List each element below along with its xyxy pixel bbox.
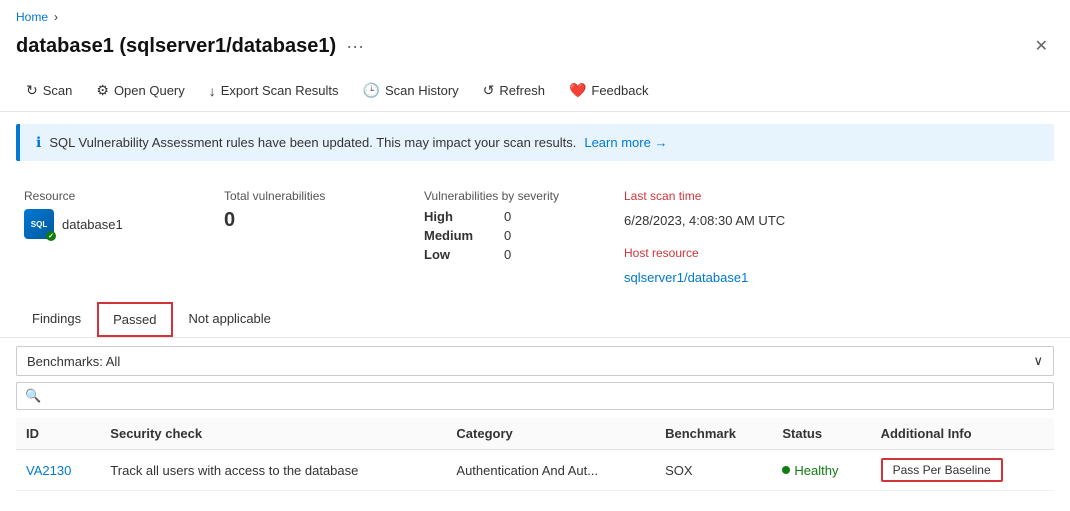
chevron-down-icon: ∨ — [1033, 353, 1043, 369]
feedback-icon: ❤️ — [569, 82, 586, 99]
cell-security-check: Track all users with access to the datab… — [100, 450, 446, 491]
last-scan-value: 6/28/2023, 4:08:30 AM UTC — [624, 213, 824, 228]
col-header-security-check: Security check — [100, 418, 446, 450]
benchmarks-label: Benchmarks: All — [27, 354, 120, 369]
low-label: Low — [424, 247, 484, 262]
low-severity-row: Low 0 — [424, 247, 584, 262]
checkmark-icon: ✓ — [46, 231, 56, 241]
medium-label: Medium — [424, 228, 484, 243]
status-healthy-icon — [782, 466, 790, 474]
severity-label: Vulnerabilities by severity — [424, 189, 584, 203]
table-header-row: ID Security check Category Benchmark Sta… — [16, 418, 1054, 450]
tab-findings[interactable]: Findings — [16, 301, 97, 338]
status-value: Healthy — [794, 463, 838, 478]
page-title: database1 (sqlserver1/database1) — [16, 35, 336, 58]
scan-time-block: Last scan time 6/28/2023, 4:08:30 AM UTC… — [624, 189, 824, 285]
total-vuln-value: 0 — [224, 209, 384, 232]
tab-not-applicable[interactable]: Not applicable — [173, 301, 287, 338]
host-link[interactable]: sqlserver1/database1 — [624, 270, 824, 285]
feedback-label: Feedback — [591, 83, 648, 98]
benchmarks-dropdown[interactable]: Benchmarks: All ∨ — [16, 346, 1054, 376]
total-vuln-block: Total vulnerabilities 0 — [224, 189, 384, 232]
high-label: High — [424, 209, 484, 224]
cell-category: Authentication And Aut... — [446, 450, 655, 491]
search-box: 🔍 — [16, 382, 1054, 410]
resource-name: database1 — [62, 217, 123, 232]
summary-section: Resource SQL ✓ database1 Total vulnerabi… — [0, 173, 1070, 301]
host-resource-label: Host resource — [624, 246, 824, 260]
tab-passed[interactable]: Passed — [97, 302, 172, 337]
results-table: ID Security check Category Benchmark Sta… — [16, 418, 1054, 491]
export-icon: ↓ — [209, 83, 216, 99]
col-header-id: ID — [16, 418, 100, 450]
col-header-category: Category — [446, 418, 655, 450]
export-button[interactable]: ↓ Export Scan Results — [199, 77, 349, 105]
resource-block: Resource SQL ✓ database1 — [24, 189, 184, 239]
resource-label: Resource — [24, 189, 184, 203]
cell-benchmark: SOX — [655, 450, 772, 491]
open-query-label: Open Query — [114, 83, 185, 98]
breadcrumb: Home › — [0, 0, 1070, 28]
history-icon: 🕒 — [363, 82, 380, 99]
last-scan-label: Last scan time — [624, 189, 824, 203]
open-query-button[interactable]: ⚙ Open Query — [86, 76, 194, 105]
low-value: 0 — [504, 247, 511, 262]
cell-status: Healthy — [772, 450, 870, 491]
tabs-section: Findings Passed Not applicable — [0, 301, 1070, 338]
scan-history-label: Scan History — [385, 83, 459, 98]
cell-additional-info: Pass Per Baseline — [871, 450, 1054, 491]
scan-label: Scan — [43, 83, 73, 98]
more-options-icon[interactable]: ··· — [346, 36, 364, 57]
severity-grid: High 0 Medium 0 Low 0 — [424, 209, 584, 262]
info-banner: ℹ SQL Vulnerability Assessment rules hav… — [16, 124, 1054, 161]
close-button[interactable]: ✕ — [1029, 32, 1054, 60]
refresh-icon: ↺ — [483, 82, 495, 99]
banner-text: SQL Vulnerability Assessment rules have … — [49, 135, 576, 150]
id-link[interactable]: VA2130 — [26, 463, 71, 478]
severity-block: Vulnerabilities by severity High 0 Mediu… — [424, 189, 584, 262]
pass-per-baseline-button[interactable]: Pass Per Baseline — [881, 458, 1003, 482]
search-icon: 🔍 — [25, 388, 41, 404]
col-header-status: Status — [772, 418, 870, 450]
scan-button[interactable]: ↻ Scan — [16, 76, 82, 105]
medium-severity-row: Medium 0 — [424, 228, 584, 243]
table-row: VA2130 Track all users with access to th… — [16, 450, 1054, 491]
breadcrumb-separator: › — [54, 10, 58, 24]
toolbar: ↻ Scan ⚙ Open Query ↓ Export Scan Result… — [0, 70, 1070, 112]
scan-icon: ↻ — [26, 82, 38, 99]
scan-history-button[interactable]: 🕒 Scan History — [353, 76, 469, 105]
col-header-benchmark: Benchmark — [655, 418, 772, 450]
resource-row: SQL ✓ database1 — [24, 209, 184, 239]
query-icon: ⚙ — [96, 82, 109, 99]
high-severity-row: High 0 — [424, 209, 584, 224]
search-input[interactable] — [47, 389, 1045, 404]
export-label: Export Scan Results — [221, 83, 339, 98]
high-value: 0 — [504, 209, 511, 224]
col-header-additional-info: Additional Info — [871, 418, 1054, 450]
title-bar: database1 (sqlserver1/database1) ··· ✕ — [0, 28, 1070, 70]
breadcrumb-home[interactable]: Home — [16, 10, 48, 24]
cell-id: VA2130 — [16, 450, 100, 491]
info-icon: ℹ — [36, 134, 41, 151]
refresh-button[interactable]: ↺ Refresh — [473, 76, 555, 105]
medium-value: 0 — [504, 228, 511, 243]
learn-more-link[interactable]: Learn more → — [584, 135, 667, 150]
resource-icon: SQL ✓ — [24, 209, 54, 239]
feedback-button[interactable]: ❤️ Feedback — [559, 76, 659, 105]
total-vuln-label: Total vulnerabilities — [224, 189, 384, 203]
table-section: ID Security check Category Benchmark Sta… — [0, 418, 1070, 491]
refresh-label: Refresh — [499, 83, 545, 98]
filter-section: Benchmarks: All ∨ 🔍 — [0, 338, 1070, 418]
